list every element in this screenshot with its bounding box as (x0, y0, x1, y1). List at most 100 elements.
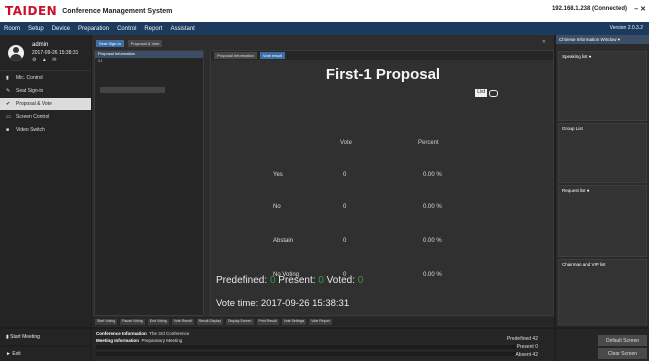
voted-label: Voted: (326, 275, 356, 286)
toggle-icon[interactable] (489, 89, 498, 97)
menu-setup[interactable]: Setup (24, 26, 48, 32)
end-voting-button[interactable]: End Voting (147, 318, 169, 325)
present-value: 0 (318, 275, 324, 286)
video-icon: ■ (6, 127, 10, 133)
tab-seat-sign-in[interactable]: Seat Sign-in (96, 40, 124, 47)
speaking-indicator-icon: ● (588, 54, 592, 59)
menu-room[interactable]: Room (0, 26, 24, 32)
vote-report-button[interactable]: Vote Report (309, 318, 332, 325)
mic-icon: ▮ (6, 75, 9, 81)
vote-icon: ✔ (6, 101, 11, 107)
version-label: Version 2.0.3.2 (609, 25, 643, 31)
vote-count: 0 (343, 204, 347, 210)
vote-time: Vote time: 2017-09-26 15:38:31 (216, 298, 350, 309)
default-screen-button[interactable]: Default Screen (598, 335, 647, 346)
vote-count: 0 (343, 172, 347, 178)
print-result-button[interactable]: Print Result (256, 318, 279, 325)
pause-voting-button[interactable]: Pause Voting (120, 318, 145, 325)
close-tab-icon[interactable]: ✕ (542, 39, 546, 45)
present-count: Present 0 (516, 344, 538, 350)
percent-column-header: Percent (418, 140, 439, 146)
sidebar-item-label: Screen Control (16, 114, 50, 120)
right-panel: Chinese Information Window ▾ Speaking li… (556, 35, 649, 327)
vote-option-label: Yes (273, 172, 283, 178)
vote-settings-button[interactable]: Vote Settings (281, 318, 307, 325)
app-window: TAIDEN Conference Management System 192.… (0, 0, 649, 361)
window-controls[interactable]: – ✕ (634, 5, 646, 13)
clear-screen-button[interactable]: Clear Screen (598, 348, 647, 359)
proposal-title: First-1 Proposal (325, 66, 441, 83)
sidebar-item-video-switch[interactable]: ■ Video Switch (0, 124, 91, 136)
result-tabs: Proposal Information Vote result (211, 51, 553, 60)
present-label: Present: (278, 275, 316, 286)
vote-option-label: No (273, 204, 281, 210)
menu-report[interactable]: Report (140, 26, 166, 32)
tab-vote-result[interactable]: Vote result (259, 52, 285, 59)
tab-proposal-vote[interactable]: Proposal & Vote (127, 40, 163, 47)
vote-percent: 0.00 % (423, 172, 442, 178)
screen-icon: ▭ (6, 114, 11, 120)
speaking-list-title: Speaking list (562, 54, 588, 59)
user-action-icons[interactable]: ⚙ ▲ ✉ (32, 57, 78, 64)
sidebar-item-proposal-vote[interactable]: ✔ Proposal & Vote (0, 98, 91, 110)
start-voting-button[interactable]: Start Voting (95, 318, 118, 325)
predefined-label: Predefined: (216, 275, 268, 286)
info-window-selector[interactable]: Chinese Information Window ▾ (556, 35, 649, 44)
vote-summary: Predefined: 0 Present: 0 Voted: 0 (216, 275, 363, 286)
title-bar: TAIDEN Conference Management System 192.… (0, 0, 649, 22)
vote-result-button[interactable]: Vote Result (171, 318, 194, 325)
tab-proposal-information[interactable]: Proposal Information (214, 52, 257, 59)
app-title: Conference Management System (62, 7, 173, 15)
menu-preparation[interactable]: Preparation (74, 26, 113, 32)
meeting-info-value: Preparatory Meeting (141, 337, 183, 343)
vote-count: 0 (343, 238, 347, 244)
menu-assistant[interactable]: Assistant (166, 26, 198, 32)
list-toggle[interactable]: List (475, 89, 498, 97)
connection-status: 192.168.1.238 (Connected) (551, 6, 627, 12)
sidebar-item-screen-control[interactable]: ▭ Screen Control (0, 111, 91, 123)
predefined-count: Predefined 42 (506, 336, 538, 342)
group-list-panel: Group List (558, 123, 647, 183)
main-panel: Seat Sign-in Proposal & Vote ✕ Proposal … (92, 35, 554, 327)
list-button[interactable]: List (475, 89, 487, 97)
proposal-list-header: Proposal Information (95, 51, 203, 58)
exit-button[interactable]: ► Exit (0, 347, 91, 361)
sidebar-item-label: Proposal & Vote (16, 101, 52, 107)
display-screen-button[interactable]: Display Screen (225, 318, 254, 325)
info-window-label: Chinese Information Window (559, 37, 617, 42)
menu-device[interactable]: Device (48, 26, 74, 32)
request-indicator-icon: ● (586, 188, 590, 193)
vote-toolbar: Start Voting Pause Voting End Voting Vot… (92, 317, 554, 326)
conference-info-value: The 3rd Conference (149, 331, 190, 336)
exit-label: Exit (12, 351, 21, 357)
result-display-button[interactable]: Result Display (196, 318, 223, 325)
status-bar-1 (96, 345, 516, 349)
absent-count: Absent 42 (515, 352, 538, 358)
speaking-list-panel: Speaking list ● (558, 51, 647, 121)
user-panel: admin 2017-09-26 15:38:31 ⚙ ▲ ✉ (0, 35, 91, 71)
screen-buttons: Default Screen Clear Screen (556, 329, 649, 361)
menu-control[interactable]: Control (113, 26, 140, 32)
list-item[interactable]: 01 (95, 58, 203, 64)
chairman-list-panel: Chairman and VIP list (558, 259, 647, 325)
request-list-panel: Request list ● (558, 185, 647, 257)
user-date: 2017-09-26 15:38:31 (32, 49, 79, 56)
menu-bar: Room Setup Device Preparation Control Re… (0, 22, 649, 35)
main-tabs: Seat Sign-in Proposal & Vote (92, 39, 554, 48)
sidebar-item-label: Seat Sign-in (16, 88, 44, 94)
user-info: admin 2017-09-26 15:38:31 ⚙ ▲ ✉ (32, 41, 78, 63)
list-item-selected[interactable] (100, 87, 165, 93)
proposal-list-panel: Proposal Information 01 (94, 50, 204, 316)
sidebar-item-seat-sign-in[interactable]: ✎ Seat Sign-in (0, 85, 91, 97)
left-sidebar: admin 2017-09-26 15:38:31 ⚙ ▲ ✉ ▮ Mic. C… (0, 35, 91, 327)
meeting-label: Start Meeting (10, 334, 40, 340)
vote-percent: 0.00 % (423, 204, 442, 210)
sidebar-item-label: Mic. Control (16, 75, 43, 81)
sidebar-item-mic-control[interactable]: ▮ Mic. Control (0, 72, 91, 84)
voted-value: 0 (357, 275, 364, 286)
conference-info: Conference Information The 3rd Conferenc… (96, 331, 189, 345)
vote-option-label: Abstain (273, 238, 294, 244)
start-meeting-button[interactable]: ▮ Start Meeting (0, 329, 91, 345)
group-list-title: Group List (562, 126, 583, 131)
conference-info-label: Conference Information (96, 331, 147, 336)
